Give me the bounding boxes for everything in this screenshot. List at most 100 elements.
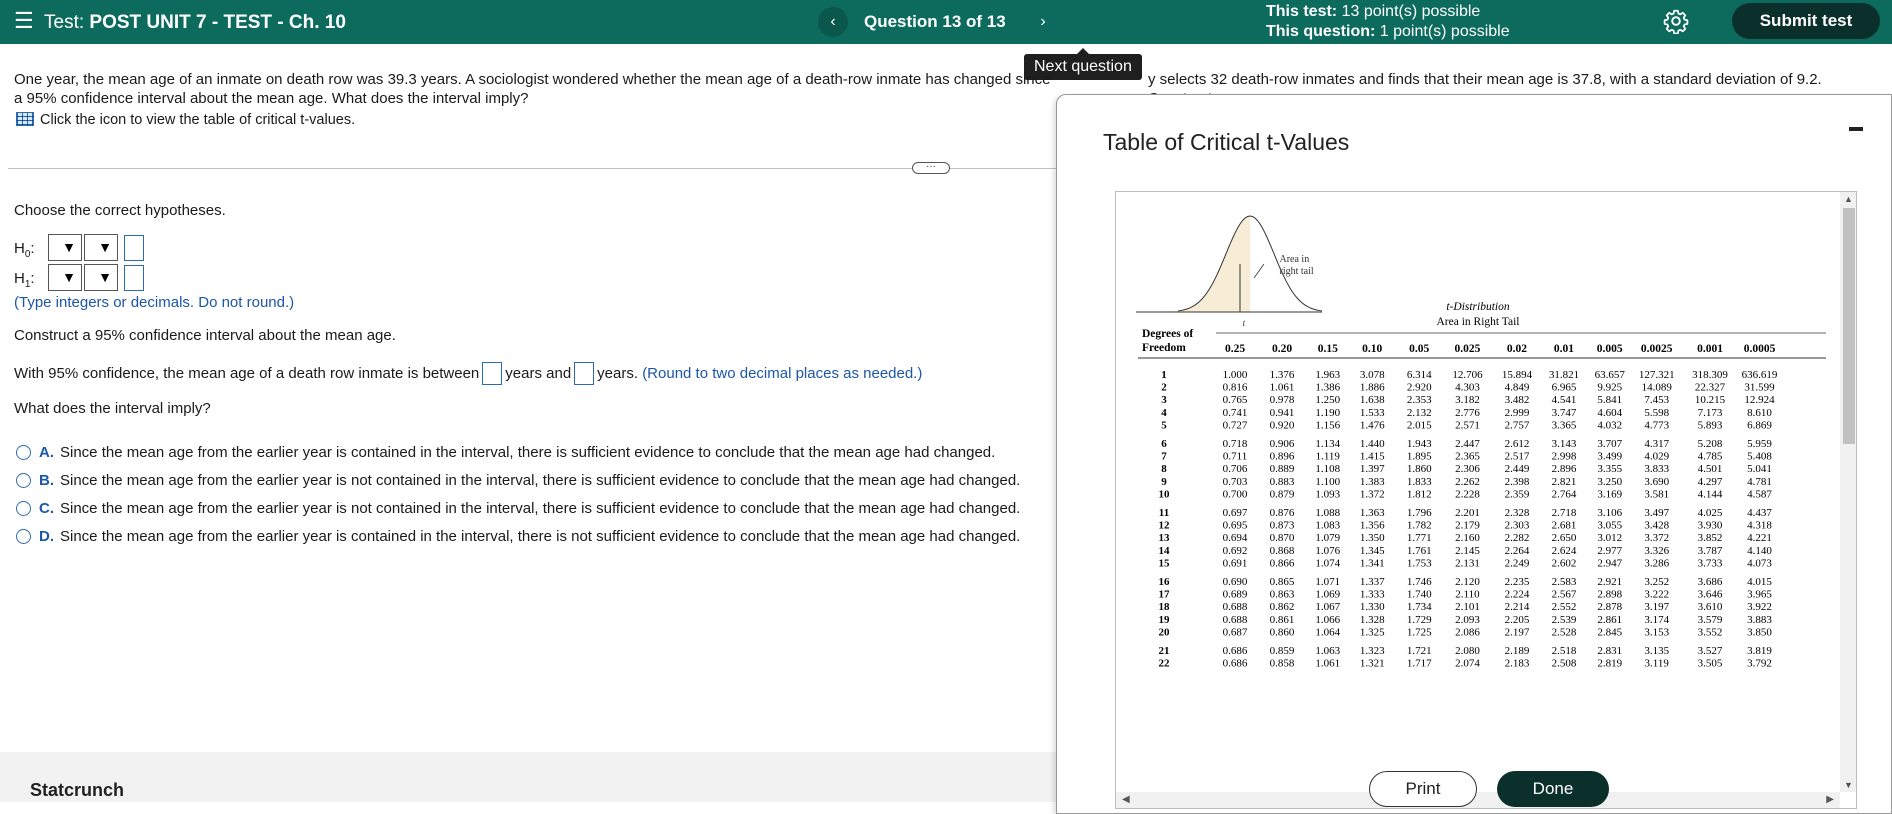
- table-cell: 3.355: [1597, 463, 1622, 475]
- table-cell: 5.208: [1698, 438, 1723, 450]
- table-cell: 3.579: [1698, 614, 1723, 626]
- chevron-left-icon[interactable]: ‹: [818, 7, 848, 37]
- table-cell: 1.330: [1360, 601, 1385, 613]
- minimize-icon[interactable]: [1849, 127, 1863, 131]
- row-df: 9: [1161, 476, 1167, 488]
- table-cell: 0.687: [1223, 626, 1248, 638]
- scroll-thumb[interactable]: [1843, 208, 1855, 444]
- table-cell: 6.869: [1747, 419, 1772, 431]
- table-cell: 5.959: [1747, 438, 1772, 450]
- table-cell: 2.447: [1455, 438, 1480, 450]
- table-cell: 4.144: [1698, 488, 1723, 500]
- table-cell: 2.896: [1552, 463, 1577, 475]
- table-cell: 2.120: [1455, 576, 1480, 588]
- question-counter[interactable]: Question 13 of 13: [864, 12, 1006, 32]
- table-cell: 0.858: [1270, 658, 1295, 670]
- imply-prompt: What does the interval imply?: [14, 400, 211, 417]
- table-cell: 1.746: [1407, 576, 1432, 588]
- chevron-right-icon[interactable]: ›: [1028, 7, 1058, 37]
- t-table-image: Area inright tail t t-Distribution Area in …: [1136, 215, 1826, 670]
- h1-parameter-dropdown[interactable]: [48, 264, 82, 291]
- table-cell: 1.321: [1360, 658, 1385, 670]
- t-table-link[interactable]: Click the icon to view the table of crit…: [16, 112, 355, 128]
- table-cell: 2.757: [1505, 419, 1530, 431]
- table-cell: 2.878: [1597, 601, 1622, 613]
- table-cell: 2.681: [1552, 520, 1577, 532]
- scroll-down-icon[interactable]: ▼: [1844, 780, 1853, 790]
- h1-value-input[interactable]: [124, 265, 144, 291]
- table-cell: 63.657: [1595, 369, 1626, 381]
- scroll-left-icon[interactable]: ◀: [1122, 794, 1130, 805]
- row-df: 3: [1161, 394, 1167, 406]
- h0-parameter-dropdown[interactable]: [48, 234, 82, 261]
- table-cell: 3.792: [1747, 658, 1772, 670]
- col-header: 0.25: [1225, 343, 1245, 355]
- vertical-scrollbar[interactable]: ▲ ▼: [1840, 192, 1856, 792]
- menu-icon[interactable]: ☰: [14, 10, 34, 32]
- modal-title: Table of Critical t-Values: [1103, 129, 1350, 155]
- table-cell: 2.718: [1552, 507, 1577, 519]
- table-cell: 2.612: [1505, 438, 1530, 450]
- option-d[interactable]: D. Since the mean age from the earlier ye…: [16, 528, 1020, 545]
- table-cell: 2.998: [1552, 451, 1577, 463]
- h1-relation-dropdown[interactable]: [84, 264, 118, 291]
- table-cell: 2.518: [1552, 645, 1577, 657]
- ci-sentence: With 95% confidence, the mean age of a d…: [14, 362, 922, 385]
- table-cell: 3.169: [1597, 488, 1622, 500]
- table-cell: 1.753: [1407, 557, 1432, 569]
- table-cell: 0.697: [1223, 507, 1248, 519]
- table-cell: 8.610: [1747, 407, 1772, 419]
- table-cell: 3.106: [1597, 507, 1622, 519]
- h0-value-input[interactable]: [124, 235, 144, 261]
- table-cell: 2.101: [1455, 601, 1480, 613]
- table-cell: 2.359: [1505, 488, 1530, 500]
- table-cell: 1.074: [1315, 557, 1340, 569]
- row-df: 10: [1159, 488, 1171, 500]
- radio-c[interactable]: [16, 501, 31, 516]
- radio-a[interactable]: [16, 445, 31, 460]
- table-cell: 7.453: [1644, 394, 1669, 406]
- table-cell: 0.706: [1223, 463, 1248, 475]
- table-cell: 3.499: [1597, 451, 1622, 463]
- radio-d[interactable]: [16, 529, 31, 544]
- h1-label: H1:: [14, 270, 35, 290]
- table-cell: 3.055: [1597, 520, 1622, 532]
- col-header: 0.0005: [1744, 343, 1776, 355]
- table-cell: 3.930: [1698, 520, 1723, 532]
- row-df: 6: [1161, 438, 1167, 450]
- table-cell: 2.093: [1455, 614, 1480, 626]
- horizontal-scrollbar[interactable]: ◀ ▶: [1116, 792, 1840, 808]
- option-b[interactable]: B. Since the mean age from the earlier ye…: [16, 472, 1020, 489]
- table-cell: 0.688: [1223, 601, 1248, 613]
- scroll-up-icon[interactable]: ▲: [1844, 194, 1853, 204]
- row-df: 8: [1161, 463, 1167, 475]
- table-cell: 0.688: [1223, 614, 1248, 626]
- expand-handle[interactable]: ···: [912, 162, 950, 174]
- table-cell: 4.318: [1747, 520, 1772, 532]
- row-df: 16: [1159, 576, 1171, 588]
- table-cell: 0.863: [1270, 589, 1295, 601]
- col-header: 0.10: [1362, 343, 1382, 355]
- radio-b[interactable]: [16, 473, 31, 488]
- gear-icon[interactable]: [1663, 8, 1689, 34]
- ci-lower-input[interactable]: [482, 362, 503, 385]
- table-cell: 2.861: [1597, 614, 1622, 626]
- option-a[interactable]: A. Since the mean age from the earlier ye…: [16, 444, 995, 461]
- table-cell: 4.032: [1597, 419, 1622, 431]
- table-cell: 0.889: [1270, 463, 1295, 475]
- table-cell: 0.816: [1223, 382, 1248, 394]
- table-cell: 0.686: [1223, 645, 1248, 657]
- submit-test-button[interactable]: Submit test: [1732, 3, 1880, 39]
- test-title: Test: POST UNIT 7 - TEST - Ch. 10: [44, 12, 346, 33]
- row-df: 21: [1159, 645, 1170, 657]
- table-cell: 1.771: [1407, 532, 1432, 544]
- table-icon[interactable]: [16, 112, 34, 126]
- table-cell: 0.703: [1223, 476, 1248, 488]
- statcrunch-link[interactable]: Statcrunch: [30, 780, 124, 801]
- ci-upper-input[interactable]: [574, 362, 595, 385]
- h0-relation-dropdown[interactable]: [84, 234, 118, 261]
- option-c[interactable]: C. Since the mean age from the earlier ye…: [16, 500, 1020, 517]
- table-cell: 4.773: [1644, 419, 1669, 431]
- t-table-viewport[interactable]: Area in right tail t t-Distribution Area in …: [1115, 191, 1857, 809]
- scroll-right-icon[interactable]: ▶: [1826, 794, 1834, 805]
